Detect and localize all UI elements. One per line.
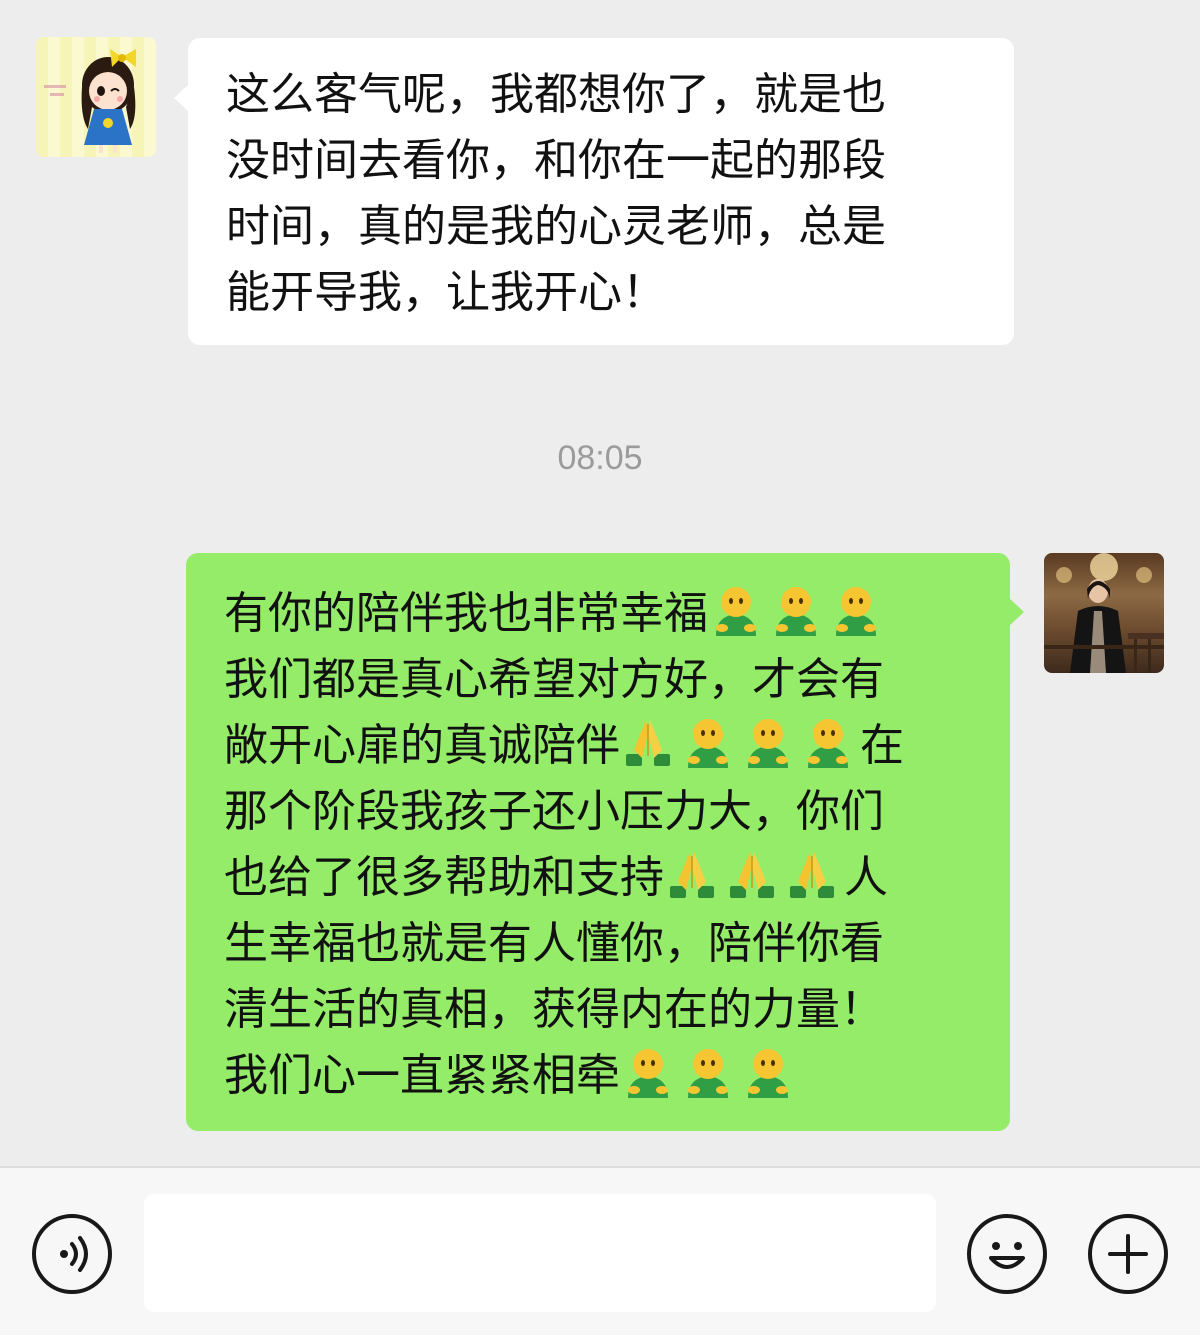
chat-input-bar [0, 1166, 1200, 1335]
message-text: 敞开心扉的真诚陪伴 [224, 720, 620, 771]
message-line: 生幸福也就是有人懂你，陪伴你看 [224, 911, 974, 977]
message-line: 能开导我，让我开心！ [226, 267, 666, 318]
received-bubble-tail [174, 84, 189, 112]
message-line: 也给了很多帮助和支持 人 [224, 845, 974, 911]
hug-emoji-icon [740, 1044, 796, 1100]
hug-emoji-icon [800, 714, 856, 770]
message-text: 清生活的真相，获得内在的力量！ [224, 984, 884, 1035]
pray-emoji-icon [784, 846, 840, 902]
message-line: 我们都是真心希望对方好，才会有 [224, 647, 974, 713]
sent-bubble-tail [1009, 598, 1024, 626]
voice-icon [60, 1236, 88, 1272]
plus-icon [1108, 1234, 1148, 1274]
smiley-icon [989, 1242, 1025, 1269]
message-text: 人 [844, 852, 888, 903]
message-text: 有你的陪伴我也非常幸福 [224, 588, 708, 639]
hug-emoji-icon [620, 1044, 676, 1100]
sent-message-bubble[interactable]: 有你的陪伴我也非常幸福我们都是真心希望对方好，才会有 敞开心扉的真诚陪伴 在那个阶段… [186, 553, 1010, 1131]
message-line: 有你的陪伴我也非常幸福 [224, 581, 974, 647]
voice-button[interactable] [32, 1214, 112, 1294]
hug-emoji-icon [740, 714, 796, 770]
received-message-bubble[interactable]: 这么客气呢，我都想你了，就是也 没时间去看你，和你在一起的那段 时间，真的是我的… [188, 38, 1014, 345]
message-line: 那个阶段我孩子还小压力大，你们 [224, 779, 974, 845]
hug-emoji-icon [680, 714, 736, 770]
emoji-button[interactable] [967, 1214, 1047, 1294]
pray-emoji-icon [664, 846, 720, 902]
message-text: 我们心一直紧紧相牵 [224, 1050, 620, 1101]
message-input[interactable] [144, 1194, 936, 1312]
message-text: 那个阶段我孩子还小压力大，你们 [224, 786, 884, 837]
hug-emoji-icon [768, 582, 824, 638]
message-text: 我们都是真心希望对方好，才会有 [224, 654, 884, 705]
message-text: 生幸福也就是有人懂你，陪伴你看 [224, 918, 884, 969]
message-text: 也给了很多帮助和支持 [224, 852, 664, 903]
more-button[interactable] [1088, 1214, 1168, 1294]
self-avatar[interactable] [1044, 553, 1164, 673]
message-line: 我们心一直紧紧相牵 [224, 1043, 974, 1109]
message-line: 敞开心扉的真诚陪伴 在 [224, 713, 974, 779]
hug-emoji-icon [828, 582, 884, 638]
pray-emoji-icon [620, 714, 676, 770]
hug-emoji-icon [680, 1044, 736, 1100]
cartoon-girl-avatar-icon [44, 49, 136, 153]
hug-emoji-icon [708, 582, 764, 638]
message-line: 这么客气呢，我都想你了，就是也 [226, 69, 886, 120]
message-line: 时间，真的是我的心灵老师，总是 [226, 201, 886, 252]
pray-emoji-icon [724, 846, 780, 902]
woman-photo-avatar-icon [1044, 553, 1164, 673]
message-line: 清生活的真相，获得内在的力量！ [224, 977, 974, 1043]
message-text: 在 [860, 720, 904, 771]
contact-avatar[interactable] [36, 37, 156, 157]
message-timestamp: 08:05 [557, 439, 643, 477]
message-line: 没时间去看你，和你在一起的那段 [226, 135, 886, 186]
